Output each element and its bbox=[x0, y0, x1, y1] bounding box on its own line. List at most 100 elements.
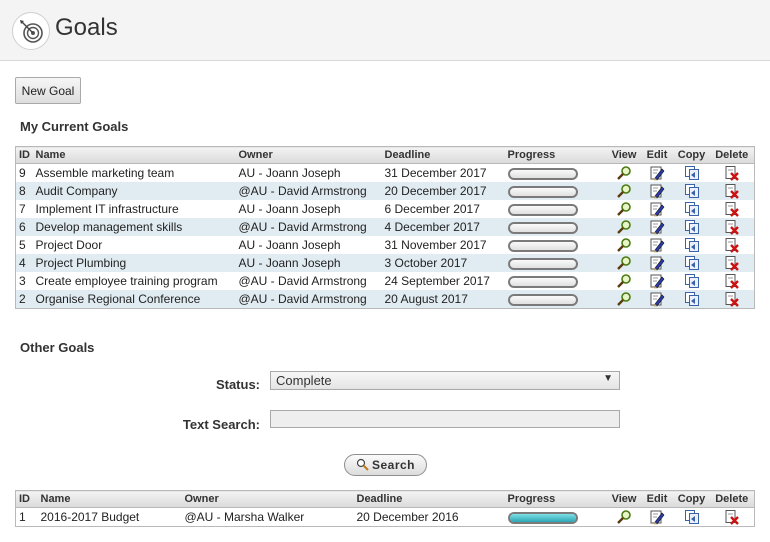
delete-icon[interactable] bbox=[724, 183, 740, 199]
goal-deadline: 20 August 2017 bbox=[381, 290, 505, 309]
col-view: View bbox=[607, 490, 641, 508]
edit-pencil-icon[interactable] bbox=[649, 165, 665, 181]
text-search-input[interactable] bbox=[270, 410, 620, 428]
edit-pencil-cell bbox=[641, 236, 674, 254]
col-id[interactable]: ID bbox=[15, 490, 38, 508]
col-owner[interactable]: Owner bbox=[235, 146, 382, 164]
table-header-row: ID Name Owner Deadline Progress View Edi… bbox=[15, 490, 755, 508]
progress-bar bbox=[507, 203, 578, 216]
delete-icon[interactable] bbox=[724, 509, 740, 525]
progress-cell bbox=[505, 508, 608, 527]
magnifier-cell bbox=[608, 200, 641, 218]
edit-pencil-icon[interactable] bbox=[649, 237, 665, 253]
table-row[interactable]: 5 Project Door AU - Joann Joseph 31 Novembe… bbox=[16, 236, 755, 254]
edit-pencil-icon[interactable] bbox=[649, 255, 665, 271]
progress-cell bbox=[505, 164, 608, 183]
table-row[interactable]: 9 Assemble marketing team AU - Joann Josep… bbox=[16, 164, 755, 183]
edit-pencil-icon[interactable] bbox=[649, 201, 665, 217]
table-row[interactable]: 8 Audit Company @AU - David Armstrong 20 De… bbox=[15, 182, 755, 200]
magnifier-cell bbox=[608, 272, 641, 290]
table-row[interactable]: 7 Implement IT infrastructure AU - Joann J… bbox=[16, 200, 755, 218]
copy-icon[interactable] bbox=[684, 273, 700, 289]
col-deadline[interactable]: Deadline bbox=[353, 490, 505, 508]
goal-id: 7 bbox=[19, 202, 26, 216]
goal-id: 4 bbox=[15, 254, 33, 272]
magnifier-icon[interactable] bbox=[616, 509, 632, 525]
col-deadline[interactable]: Deadline bbox=[381, 146, 505, 164]
delete-icon[interactable] bbox=[724, 219, 740, 235]
copy-cell bbox=[673, 218, 710, 236]
goal-name: Assemble marketing team bbox=[35, 166, 175, 180]
table-row[interactable]: 4 Project Plumbing AU - Joann Joseph 3 Octo… bbox=[15, 254, 755, 272]
progress-bar bbox=[507, 185, 578, 198]
table-row[interactable]: 3 Create employee training program @AU - D… bbox=[16, 272, 755, 290]
progress-cell bbox=[504, 182, 608, 200]
magnifier-icon[interactable] bbox=[616, 219, 632, 235]
copy-icon[interactable] bbox=[684, 165, 700, 181]
copy-cell bbox=[673, 182, 710, 200]
delete-icon[interactable] bbox=[724, 273, 740, 289]
delete-icon[interactable] bbox=[724, 237, 740, 253]
magnifier-icon[interactable] bbox=[616, 237, 632, 253]
copy-icon[interactable] bbox=[684, 237, 700, 253]
magnifier-icon[interactable] bbox=[616, 183, 632, 199]
copy-cell bbox=[673, 254, 710, 272]
table-row[interactable]: 1 2016-2017 Budget @AU - Marsha Walker 20 D… bbox=[16, 508, 755, 527]
magnifier-icon[interactable] bbox=[616, 273, 632, 289]
other-goals-title: Other Goals bbox=[20, 340, 95, 355]
copy-icon[interactable] bbox=[684, 509, 700, 525]
delete-icon[interactable] bbox=[724, 201, 740, 217]
table-row[interactable]: 2 Organise Regional Conference @AU - David… bbox=[15, 290, 755, 309]
progress-bar bbox=[507, 239, 578, 252]
col-id[interactable]: ID bbox=[15, 146, 33, 164]
goal-owner: AU - Joann Joseph bbox=[238, 166, 341, 180]
col-view: View bbox=[607, 146, 641, 164]
delete-icon[interactable] bbox=[724, 255, 740, 271]
copy-icon[interactable] bbox=[684, 201, 700, 217]
magnifier-icon[interactable] bbox=[616, 291, 632, 307]
col-name[interactable]: Name bbox=[32, 146, 236, 164]
copy-icon[interactable] bbox=[684, 291, 700, 307]
delete-icon[interactable] bbox=[724, 291, 740, 307]
progress-cell bbox=[505, 272, 608, 290]
progress-bar bbox=[507, 257, 578, 270]
progress-bar bbox=[507, 511, 578, 524]
col-progress[interactable]: Progress bbox=[504, 146, 608, 164]
magnifier-cell bbox=[607, 182, 641, 200]
goal-id: 5 bbox=[19, 238, 26, 252]
edit-pencil-cell bbox=[641, 272, 674, 290]
search-button-label: Search bbox=[371, 457, 416, 472]
edit-pencil-icon[interactable] bbox=[649, 273, 665, 289]
current-goals-table: ID Name Owner Deadline Progress View Edi… bbox=[15, 146, 755, 309]
edit-pencil-cell bbox=[640, 290, 674, 309]
goal-name: Project Door bbox=[35, 238, 103, 252]
page-title: Goals bbox=[55, 14, 118, 41]
search-button[interactable]: Search bbox=[344, 454, 427, 476]
col-name[interactable]: Name bbox=[37, 490, 182, 508]
delete-cell bbox=[709, 254, 755, 272]
col-owner[interactable]: Owner bbox=[181, 490, 354, 508]
goal-owner: @AU - David Armstrong bbox=[235, 290, 382, 309]
magnifier-cell bbox=[608, 508, 641, 527]
current-goals-title: My Current Goals bbox=[20, 119, 129, 134]
status-select[interactable]: Complete ▼ bbox=[270, 371, 620, 390]
table-row[interactable]: 6 Develop management skills @AU - David Ar… bbox=[15, 218, 755, 236]
goal-owner: @AU - David Armstrong bbox=[235, 182, 382, 200]
edit-pencil-icon[interactable] bbox=[649, 183, 665, 199]
edit-pencil-icon[interactable] bbox=[649, 291, 665, 307]
copy-icon[interactable] bbox=[684, 219, 700, 235]
col-progress[interactable]: Progress bbox=[504, 490, 608, 508]
edit-pencil-icon[interactable] bbox=[649, 509, 665, 525]
new-goal-button[interactable]: New Goal bbox=[15, 77, 81, 104]
goal-owner: @AU - Marsha Walker bbox=[184, 510, 305, 524]
magnifier-icon[interactable] bbox=[616, 201, 632, 217]
delete-icon[interactable] bbox=[724, 165, 740, 181]
magnifier-icon[interactable] bbox=[616, 255, 632, 271]
app-header: Goals bbox=[0, 0, 770, 61]
copy-icon[interactable] bbox=[684, 183, 700, 199]
copy-icon[interactable] bbox=[684, 255, 700, 271]
col-copy: Copy bbox=[673, 490, 710, 508]
delete-cell bbox=[710, 272, 755, 290]
magnifier-icon[interactable] bbox=[616, 165, 632, 181]
edit-pencil-icon[interactable] bbox=[649, 219, 665, 235]
